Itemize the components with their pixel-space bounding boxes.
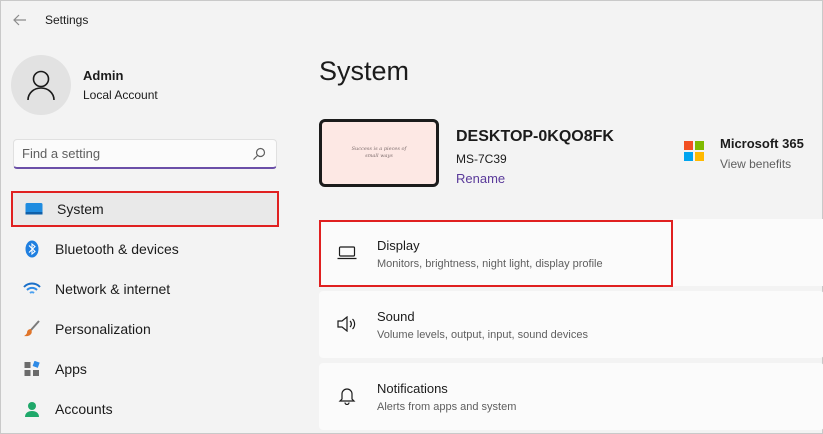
user-name: Admin [83,68,124,83]
device-wallpaper-thumbnail[interactable]: Success is a pieces of small ways [319,119,439,187]
user-icon [27,70,55,101]
card-title: Display [377,238,420,253]
settings-window: Settings Admin Local Account System [0,0,823,434]
microsoft-365-title[interactable]: Microsoft 365 [720,136,804,151]
rename-link[interactable]: Rename [456,171,505,186]
avatar[interactable] [11,55,71,115]
sidebar-item-label: System [57,201,104,217]
display-card-extension[interactable] [673,219,823,286]
sidebar-item-label: Accounts [55,401,113,417]
sidebar-nav: System Bluetooth & devices Network & int… [11,191,279,431]
sidebar-item-system[interactable]: System [11,191,279,227]
sidebar-item-apps[interactable]: Apps [11,351,279,387]
person-icon [23,400,41,418]
sidebar-item-label: Apps [55,361,87,377]
sidebar-item-bluetooth[interactable]: Bluetooth & devices [11,231,279,267]
account-type: Local Account [83,88,158,102]
search-input[interactable] [14,145,244,162]
card-title: Notifications [377,381,448,396]
brush-icon [23,320,41,338]
bell-icon [337,386,357,406]
system-icon [25,200,43,218]
apps-icon [23,360,41,378]
device-model: MS-7C39 [456,152,507,166]
bluetooth-icon [23,240,41,258]
sidebar-item-label: Personalization [55,321,151,337]
back-button[interactable] [9,9,31,31]
device-name: DESKTOP-0KQO8FK [456,128,614,145]
search-icon[interactable] [252,147,266,161]
back-arrow-icon [13,14,26,26]
sidebar-item-label: Network & internet [55,281,171,297]
settings-card-notifications[interactable]: Notifications Alerts from apps and syste… [319,363,823,430]
search-box[interactable] [13,139,277,169]
card-title: Sound [377,309,415,324]
sidebar-item-accounts[interactable]: Accounts [11,391,279,427]
monitor-icon [337,243,357,263]
card-subtitle: Volume levels, output, input, sound devi… [377,329,588,341]
wallpaper-text: Success is a pieces of small ways [351,146,407,159]
sidebar-item-network[interactable]: Network & internet [11,271,279,307]
sidebar-item-label: Bluetooth & devices [55,241,179,257]
page-title: System [319,56,410,86]
microsoft-logo-icon[interactable] [684,141,704,161]
sidebar-item-personalization[interactable]: Personalization [11,311,279,347]
card-subtitle: Monitors, brightness, night light, displ… [377,258,603,270]
settings-card-sound[interactable]: Sound Volume levels, output, input, soun… [319,291,823,358]
title-bar: Settings [1,1,822,39]
settings-card-display[interactable]: Display Monitors, brightness, night ligh… [319,220,673,287]
view-benefits-link[interactable]: View benefits [720,157,791,171]
wifi-icon [23,280,41,298]
speaker-icon [337,314,357,334]
card-subtitle: Alerts from apps and system [377,401,517,413]
window-title: Settings [45,13,89,27]
